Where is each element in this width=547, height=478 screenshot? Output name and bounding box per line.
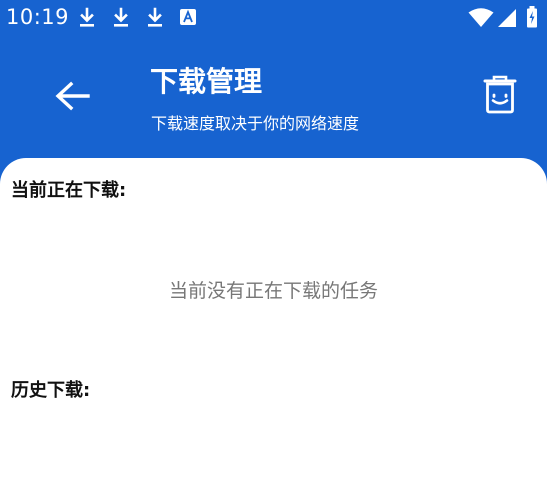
trash-icon <box>483 74 517 118</box>
empty-state-text: 当前没有正在下载的任务 <box>168 280 378 302</box>
battery-icon <box>526 6 538 32</box>
arrow-left-icon <box>54 81 90 115</box>
page-title: 下载管理 <box>150 65 263 98</box>
cell-signal-icon <box>497 8 517 32</box>
page-subtitle: 下载速度取决于你的网络速度 <box>151 114 360 133</box>
download-icon <box>112 7 130 33</box>
content-panel: 当前正在下载: 当前没有正在下载的任务 历史下载: <box>0 158 547 478</box>
download-icon <box>78 7 96 33</box>
history-downloads-heading: 历史下载: <box>11 380 91 401</box>
download-icon <box>146 7 164 33</box>
wifi-icon <box>468 8 494 32</box>
delete-all-button[interactable] <box>476 72 524 120</box>
a-icon <box>180 9 196 29</box>
back-button[interactable] <box>48 74 96 122</box>
status-time: 10:19 <box>6 5 70 29</box>
current-downloads-heading: 当前正在下载: <box>11 180 127 201</box>
status-bar: 10:19 <box>0 0 547 36</box>
